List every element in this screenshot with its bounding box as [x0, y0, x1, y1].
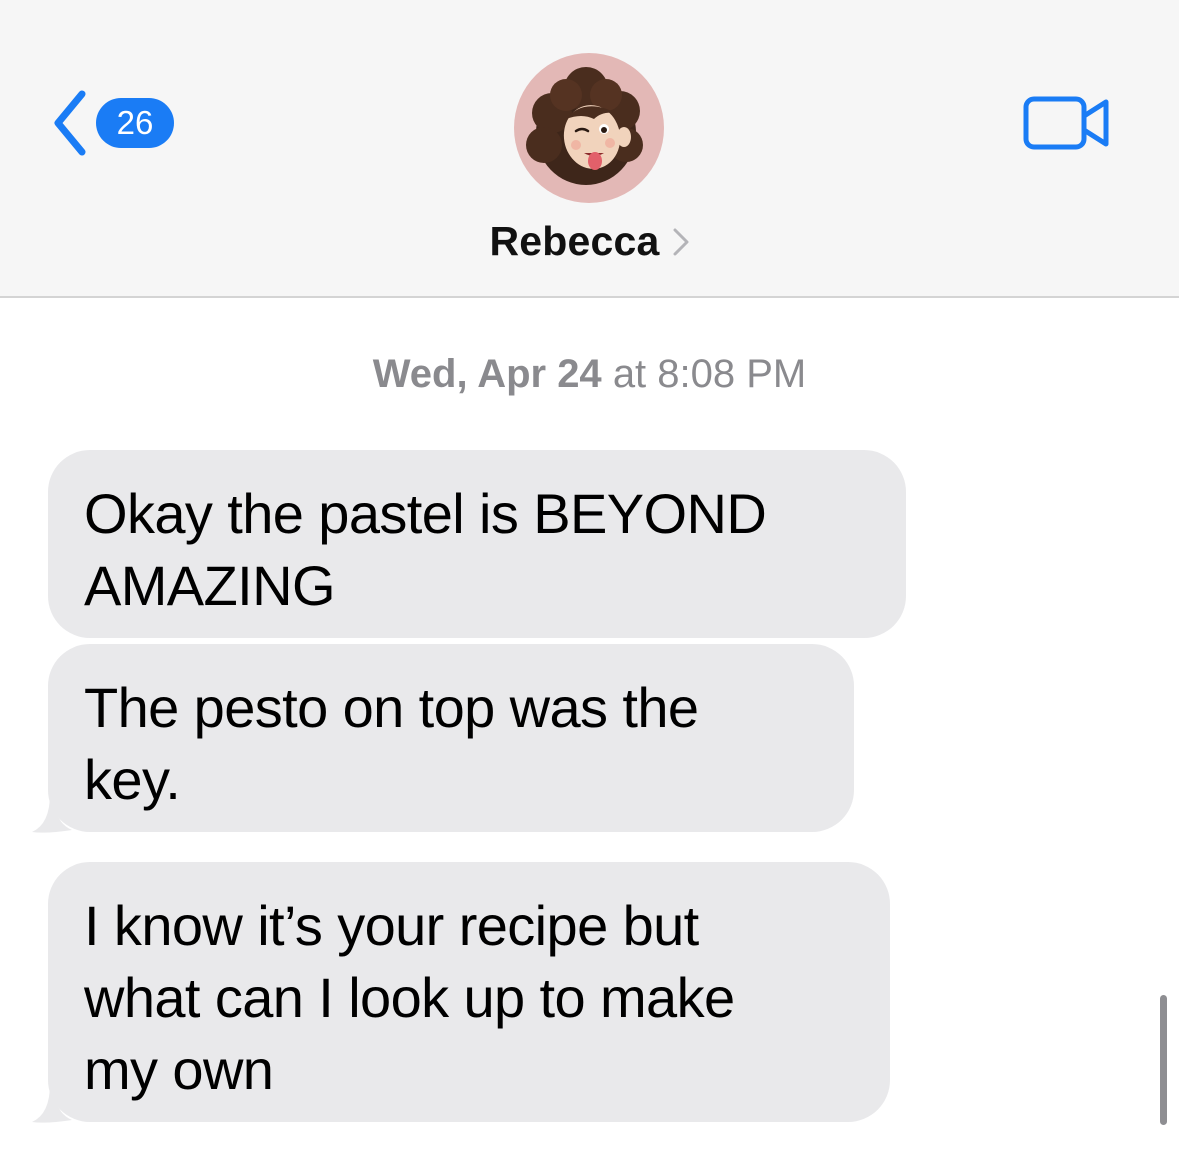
message-text-line: my own	[84, 1038, 274, 1101]
contact-avatar[interactable]	[514, 53, 664, 203]
timestamp-day: Wed, Apr 24	[372, 352, 602, 396]
incoming-message-bubble[interactable]: Okay the pastel is BEYOND AMAZING	[48, 450, 906, 638]
message-text-line: I know it’s your recipe but	[84, 894, 699, 957]
bubble-tail	[32, 794, 72, 833]
message-timestamp: Wed, Apr 24 at 8:08 PM	[0, 352, 1179, 397]
navigation-header: 26 Rebecca	[0, 0, 1179, 298]
message-text-line: what can I look up to make	[84, 966, 735, 1029]
contact-name-button[interactable]: Rebecca	[0, 218, 1179, 265]
unread-count-badge: 26	[96, 98, 174, 148]
timestamp-time: at 8:08 PM	[612, 352, 807, 396]
chevron-left-icon	[54, 90, 86, 156]
incoming-message-bubble[interactable]: The pesto on top was the key.	[48, 644, 854, 832]
incoming-message-bubble[interactable]: I know it’s your recipe but what can I l…	[48, 862, 890, 1122]
bubble-tail	[32, 1084, 72, 1123]
scrollbar[interactable]	[1160, 995, 1167, 1125]
message-text-line: The pesto on top was the	[84, 676, 699, 739]
message-text-line: Okay the pastel is BEYOND	[84, 482, 767, 545]
message-text-line: key.	[84, 748, 181, 811]
chevron-right-icon	[673, 228, 689, 255]
memoji-avatar-image	[526, 67, 643, 185]
video-camera-icon[interactable]	[1022, 94, 1112, 154]
contact-name: Rebecca	[489, 218, 660, 264]
message-text-line: AMAZING	[84, 554, 336, 617]
back-button[interactable]: 26	[48, 88, 174, 158]
